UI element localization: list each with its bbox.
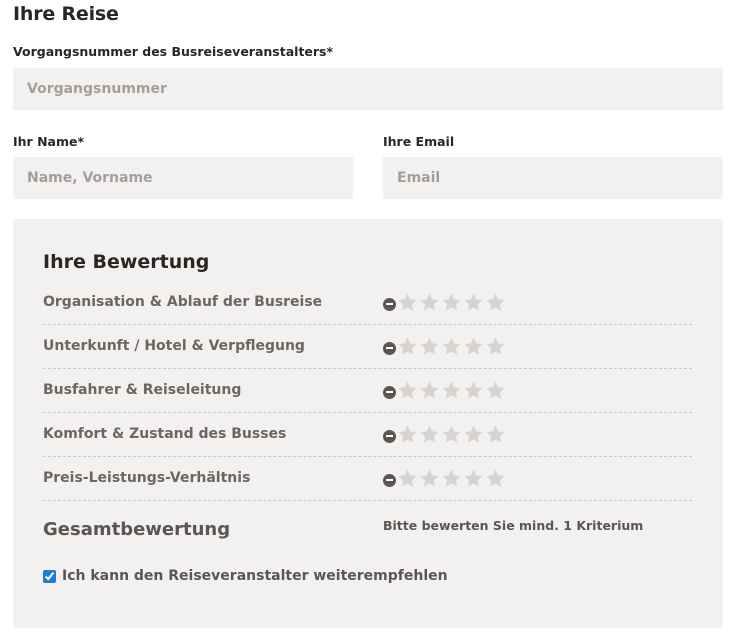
criterion-row: Preis-Leistungs-Verhältnis — [43, 457, 692, 501]
star-icon[interactable] — [441, 380, 462, 401]
minus-circle-icon[interactable] — [383, 297, 396, 311]
criterion-label: Preis-Leistungs-Verhältnis — [43, 470, 251, 486]
rating-title: Ihre Bewertung — [43, 251, 210, 273]
section-title-trip: Ihre Reise — [13, 3, 119, 25]
criterion-row: Busfahrer & Reiseleitung — [43, 369, 692, 413]
recommend-label: Ich kann den Reiseveranstalter weiteremp… — [62, 568, 448, 584]
review-form: Ihre Reise Vorgangsnummer des Busreiseve… — [0, 0, 738, 641]
star-icon[interactable] — [419, 424, 440, 445]
star-icon[interactable] — [463, 336, 484, 357]
minus-circle-icon[interactable] — [383, 341, 396, 355]
minus-circle-icon[interactable] — [383, 473, 396, 487]
email-input[interactable] — [383, 157, 723, 199]
recommend-option[interactable]: Ich kann den Reiseveranstalter weiteremp… — [43, 568, 448, 584]
name-input[interactable] — [13, 157, 353, 199]
criterion-label: Unterkunft / Hotel & Verpflegung — [43, 338, 305, 354]
name-label: Ihr Name* — [13, 134, 85, 149]
criterion-label: Busfahrer & Reiseleitung — [43, 382, 242, 398]
criterion-row: Organisation & Ablauf der Busreise — [43, 281, 692, 325]
rating-panel: Ihre Bewertung Organisation & Ablauf der… — [13, 219, 723, 628]
star-icon[interactable] — [463, 468, 484, 489]
star-icon[interactable] — [397, 424, 418, 445]
star-icon[interactable] — [419, 468, 440, 489]
total-rating-label: Gesamtbewertung — [43, 519, 231, 540]
star-rating — [383, 467, 506, 489]
star-icon[interactable] — [485, 468, 506, 489]
star-icon[interactable] — [463, 292, 484, 313]
star-icon[interactable] — [397, 468, 418, 489]
criterion-row: Komfort & Zustand des Busses — [43, 413, 692, 457]
minus-circle-icon[interactable] — [383, 429, 396, 443]
criterion-label: Organisation & Ablauf der Busreise — [43, 294, 323, 310]
star-rating — [383, 379, 506, 401]
booking-number-label: Vorgangsnummer des Busreiseveranstalters… — [13, 44, 334, 59]
star-icon[interactable] — [485, 336, 506, 357]
minus-circle-icon[interactable] — [383, 385, 396, 399]
star-rating — [383, 291, 506, 313]
star-rating — [383, 423, 506, 445]
criterion-row: Unterkunft / Hotel & Verpflegung — [43, 325, 692, 369]
star-icon[interactable] — [419, 336, 440, 357]
star-icon[interactable] — [397, 336, 418, 357]
star-icon[interactable] — [485, 380, 506, 401]
criterion-label: Komfort & Zustand des Busses — [43, 426, 287, 442]
star-icon[interactable] — [441, 292, 462, 313]
star-icon[interactable] — [419, 380, 440, 401]
email-label: Ihre Email — [383, 134, 455, 149]
star-icon[interactable] — [441, 424, 462, 445]
booking-number-input[interactable] — [13, 68, 723, 110]
star-rating — [383, 335, 506, 357]
star-icon[interactable] — [485, 292, 506, 313]
star-icon[interactable] — [441, 336, 462, 357]
criteria-list: Organisation & Ablauf der Busreise Unterk… — [43, 281, 692, 501]
star-icon[interactable] — [463, 424, 484, 445]
star-icon[interactable] — [441, 468, 462, 489]
total-rating-hint: Bitte bewerten Sie mind. 1 Kriterium — [383, 518, 644, 533]
recommend-checkbox[interactable] — [43, 569, 56, 583]
star-icon[interactable] — [397, 380, 418, 401]
star-icon[interactable] — [485, 424, 506, 445]
star-icon[interactable] — [419, 292, 440, 313]
star-icon[interactable] — [397, 292, 418, 313]
star-icon[interactable] — [463, 380, 484, 401]
